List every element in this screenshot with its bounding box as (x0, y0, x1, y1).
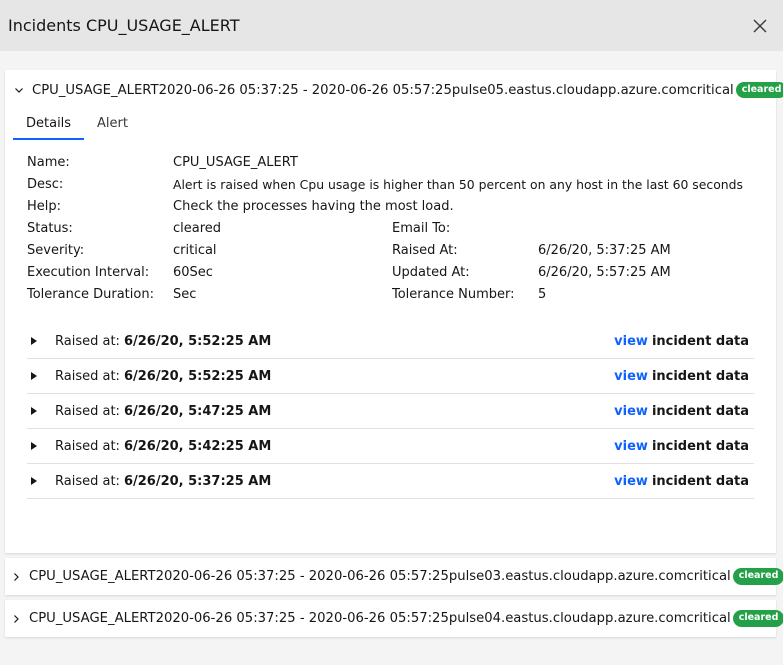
incident-data-label: incident data (651, 403, 749, 419)
raised-at-time: 6/26/20, 5:37:25 AM (123, 473, 272, 489)
caret-right-icon[interactable] (31, 477, 39, 485)
severity-text: critical (689, 82, 734, 98)
incident-row[interactable]: Raised at: 6/26/20, 5:52:25 AM view incide… (27, 359, 754, 394)
modal-header: Incidents CPU_USAGE_ALERT (0, 0, 783, 51)
severity-value: critical (173, 243, 217, 258)
updated-at-value: 6/26/20, 5:57:25 AM (538, 265, 671, 280)
chevron-right-icon (10, 571, 22, 583)
name-value: CPU_USAGE_ALERT (173, 155, 298, 170)
time-range: 2020-06-26 05:37:25 - 2020-06-26 05:57:2… (158, 82, 452, 98)
incident-card-expanded: CPU_USAGE_ALERT 2020-06-26 05:37:25 - 202… (5, 70, 783, 553)
view-link[interactable]: view (614, 369, 648, 384)
host-name: pulse05.eastus.cloudapp.azure.com (451, 82, 690, 98)
raised-at-time: 6/26/20, 5:47:25 AM (123, 403, 272, 419)
incident-row[interactable]: Raised at: 6/26/20, 5:42:25 AM view incide… (27, 429, 754, 464)
desc-label: Desc: (27, 177, 64, 192)
view-link[interactable]: view (614, 404, 648, 419)
status-badge: cleared (732, 568, 783, 585)
incident-row[interactable]: Raised at: 6/26/20, 5:37:25 AM view incide… (27, 464, 754, 499)
accordion-header[interactable]: CPU_USAGE_ALERT 2020-06-26 05:37:25 - 202… (5, 558, 783, 595)
incident-row[interactable]: Raised at: 6/26/20, 5:47:25 AM view incide… (27, 394, 754, 429)
status-badge: cleared (735, 81, 783, 99)
incident-card-collapsed[interactable]: CPU_USAGE_ALERT 2020-06-26 05:37:25 - 202… (5, 558, 783, 595)
incident-row[interactable]: Raised at: 6/26/20, 5:52:25 AM view incide… (27, 324, 754, 359)
incident-list: Raised at: 6/26/20, 5:52:25 AM view incide… (27, 324, 754, 499)
caret-right-icon[interactable] (31, 337, 39, 345)
execution-interval-value: 60Sec (173, 265, 213, 280)
tab-details[interactable]: Details (13, 110, 84, 140)
chevron-down-icon (13, 84, 25, 96)
time-range: 2020-06-26 05:37:25 - 2020-06-26 05:57:2… (155, 569, 449, 584)
modal-body: CPU_USAGE_ALERT 2020-06-26 05:37:25 - 202… (0, 51, 783, 665)
status-value: cleared (173, 221, 222, 236)
help-label: Help: (27, 199, 62, 214)
alert-name: CPU_USAGE_ALERT (29, 569, 156, 584)
incident-data-label: incident data (651, 333, 749, 349)
raised-at-value: 6/26/20, 5:37:25 AM (538, 243, 671, 258)
tolerance-number-label: Tolerance Number: (392, 287, 515, 302)
raised-at-prefix: Raised at: (55, 333, 120, 349)
status-badge: cleared (732, 610, 783, 627)
severity-text: critical (686, 569, 731, 584)
raised-at-prefix: Raised at: (55, 403, 120, 419)
accordion-header[interactable]: CPU_USAGE_ALERT 2020-06-26 05:37:25 - 202… (5, 70, 783, 110)
close-icon (753, 19, 767, 32)
desc-value: Alert is raised when Cpu usage is higher… (173, 177, 743, 192)
caret-right-icon[interactable] (31, 442, 39, 450)
incident-data-label: incident data (651, 438, 749, 454)
caret-right-icon[interactable] (31, 407, 39, 415)
updated-at-label: Updated At: (392, 265, 470, 280)
time-range: 2020-06-26 05:37:25 - 2020-06-26 05:57:2… (155, 611, 449, 626)
raised-at-time: 6/26/20, 5:52:25 AM (123, 368, 272, 384)
host-name: pulse03.eastus.cloudapp.azure.com (448, 569, 687, 584)
incident-data-label: incident data (651, 473, 749, 489)
tab-alert[interactable]: Alert (84, 110, 141, 140)
view-link[interactable]: view (614, 439, 648, 454)
incident-card-collapsed[interactable]: CPU_USAGE_ALERT 2020-06-26 05:37:25 - 202… (5, 600, 783, 637)
status-label: Status: (27, 221, 73, 236)
email-label: Email To: (392, 221, 451, 236)
execution-interval-label: Execution Interval: (27, 265, 150, 280)
alert-name: CPU_USAGE_ALERT (29, 611, 156, 626)
view-link[interactable]: view (614, 334, 648, 349)
raised-at-prefix: Raised at: (55, 368, 120, 384)
raised-at-time: 6/26/20, 5:52:25 AM (123, 333, 272, 349)
view-link[interactable]: view (614, 474, 648, 489)
raised-at-time: 6/26/20, 5:42:25 AM (123, 438, 272, 454)
raised-at-prefix: Raised at: (55, 438, 120, 454)
chevron-right-icon (10, 613, 22, 625)
host-name: pulse04.eastus.cloudapp.azure.com (448, 611, 687, 626)
raised-at-label: Raised At: (392, 243, 458, 258)
help-value: Check the processes having the most load… (173, 199, 454, 214)
severity-label: Severity: (27, 243, 85, 258)
modal-title: Incidents CPU_USAGE_ALERT (8, 16, 240, 35)
raised-at-prefix: Raised at: (55, 473, 120, 489)
incident-data-label: incident data (651, 368, 749, 384)
close-button[interactable] (750, 16, 770, 36)
tolerance-duration-label: Tolerance Duration: (27, 287, 154, 302)
severity-text: critical (686, 611, 731, 626)
alert-name: CPU_USAGE_ALERT (32, 82, 159, 98)
tolerance-number-value: 5 (538, 287, 547, 302)
name-label: Name: (27, 155, 70, 170)
tab-list: Details Alert (13, 110, 776, 140)
caret-right-icon[interactable] (31, 372, 39, 380)
accordion-header[interactable]: CPU_USAGE_ALERT 2020-06-26 05:37:25 - 202… (5, 600, 783, 637)
tolerance-duration-value: Sec (173, 287, 197, 302)
details-panel: Name: CPU_USAGE_ALERT Desc: Alert is rai… (5, 152, 776, 302)
